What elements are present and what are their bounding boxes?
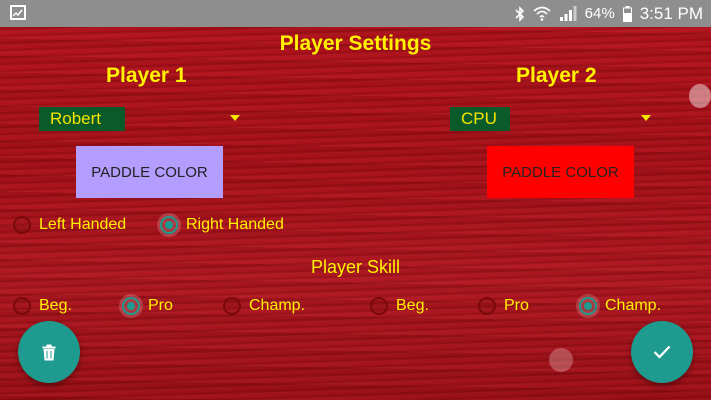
left-handed-label: Left Handed — [39, 216, 127, 233]
radio-unchecked — [13, 297, 31, 315]
player2-paddle-color-button[interactable]: PADDLE COLOR — [487, 146, 634, 198]
bluetooth-icon — [515, 5, 525, 22]
battery-percent: 64% — [584, 5, 615, 22]
player1-skill-pro-radio[interactable]: Pro — [119, 294, 173, 318]
gallery-icon — [10, 5, 26, 20]
player2-heading: Player 2 — [516, 64, 597, 87]
skill-label: Pro — [148, 297, 173, 314]
page-title: Player Settings — [279, 32, 432, 55]
wifi-icon — [533, 6, 551, 21]
player2-skill-beginner-radio[interactable]: Beg. — [370, 297, 429, 315]
chevron-down-icon — [641, 115, 651, 121]
player1-name-dropdown[interactable]: Robert — [39, 107, 244, 131]
skill-label: Champ. — [605, 297, 662, 314]
player1-name-value: Robert — [39, 107, 125, 131]
radio-checked — [160, 216, 178, 234]
confirm-button[interactable] — [631, 321, 693, 383]
battery-icon — [622, 5, 632, 22]
player1-skill-beginner-radio[interactable]: Beg. — [13, 297, 72, 315]
right-handed-radio[interactable]: Right Handed — [157, 213, 284, 237]
clock-time: 3:51 PM — [639, 3, 703, 23]
skill-label: Beg. — [39, 297, 72, 314]
checkmark-icon — [653, 345, 671, 359]
trash-icon — [42, 344, 56, 361]
radio-checked — [579, 297, 597, 315]
radio-unchecked — [13, 216, 31, 234]
player1-heading: Player 1 — [106, 64, 187, 87]
touch-indicator — [549, 348, 573, 372]
radio-unchecked — [223, 297, 241, 315]
player2-name-value: CPU — [450, 107, 510, 131]
player2-skill-pro-radio[interactable]: Pro — [478, 297, 529, 315]
status-bar: 64% 3:51 PM — [0, 0, 711, 27]
radio-unchecked — [478, 297, 496, 315]
chevron-down-icon — [230, 115, 240, 121]
status-icons: 64% 3:51 PM — [515, 0, 703, 27]
left-handed-radio[interactable]: Left Handed — [13, 216, 126, 234]
radio-unchecked — [370, 297, 388, 315]
player1-skill-champ-radio[interactable]: Champ. — [223, 297, 305, 315]
player1-paddle-color-button[interactable]: PADDLE COLOR — [76, 146, 223, 198]
player2-skill-champ-radio[interactable]: Champ. — [576, 294, 662, 318]
player2-name-dropdown[interactable]: CPU — [450, 107, 655, 131]
touch-indicator — [689, 84, 711, 108]
skill-label: Beg. — [396, 297, 429, 314]
delete-button[interactable] — [18, 321, 80, 383]
skill-label: Champ. — [249, 297, 306, 314]
skill-label: Pro — [504, 297, 529, 314]
signal-icon — [559, 6, 577, 21]
radio-checked — [122, 297, 140, 315]
right-handed-label: Right Handed — [186, 216, 284, 233]
player-settings-screen: 64% 3:51 PM Player Settings Player 1 Pla… — [0, 0, 711, 400]
player-skill-heading: Player Skill — [310, 257, 401, 277]
